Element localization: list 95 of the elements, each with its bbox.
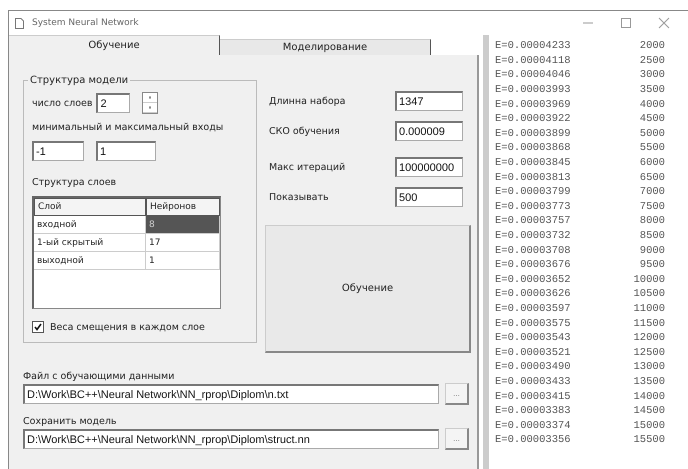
error-value: E=0.00004233 <box>495 40 571 52</box>
tab[interactable]: Обучение <box>9 35 220 55</box>
error-value: E=0.00003922 <box>495 113 571 126</box>
error-value: E=0.00003652 <box>495 274 571 286</box>
column-header: Слой <box>34 198 146 216</box>
table-title: Структура слоев <box>32 177 118 188</box>
error-value: E=0.00003374 <box>495 420 571 432</box>
iteration-count: 15500 <box>633 434 665 446</box>
train-button[interactable]: Обучение <box>265 225 471 353</box>
error-value: E=0.00003490 <box>495 361 571 374</box>
input-field[interactable]: 0.000009 <box>395 121 463 141</box>
input-field[interactable]: 500 <box>395 187 463 207</box>
iteration-count: 12500 <box>633 346 665 359</box>
field-label: Файл с обучающими данными <box>23 371 176 382</box>
iteration-count: 13000 <box>633 361 665 374</box>
iteration-count: 7500 <box>640 200 665 213</box>
error-value: E=0.00003708 <box>495 244 571 257</box>
iteration-count: 4000 <box>640 98 665 111</box>
field-label: Длинна набора <box>269 96 346 106</box>
iteration-count: 10500 <box>633 288 665 300</box>
error-value: E=0.00003356 <box>495 434 571 446</box>
iteration-count: 9500 <box>640 259 665 272</box>
field-label: число слоев <box>32 98 92 108</box>
error-value: E=0.00003732 <box>495 230 571 242</box>
maximize-icon[interactable] <box>620 17 632 29</box>
error-value: E=0.00003799 <box>495 186 571 198</box>
input-field[interactable]: 1347 <box>395 91 463 111</box>
document-icon <box>15 18 24 28</box>
table-cell[interactable]: 8 <box>146 216 220 234</box>
error-value: E=0.00003757 <box>495 215 571 228</box>
iteration-count: 14500 <box>633 405 665 418</box>
error-value: E=0.00003993 <box>495 84 571 96</box>
tab[interactable]: Моделирование <box>220 39 431 55</box>
iteration-count: 8000 <box>640 215 665 228</box>
close-icon[interactable] <box>658 17 670 29</box>
iteration-count: 11500 <box>633 318 665 330</box>
table-cell[interactable]: 17 <box>146 234 220 252</box>
browse-button[interactable]: ... <box>445 383 469 405</box>
error-value: E=0.00003433 <box>495 376 571 388</box>
error-value: E=0.00003597 <box>495 302 571 315</box>
error-value: E=0.00003543 <box>495 332 571 344</box>
field-label: Макс итераций <box>269 162 346 172</box>
error-value: E=0.00004118 <box>495 54 571 67</box>
error-value: E=0.00003626 <box>495 288 571 300</box>
iteration-count: 12000 <box>633 332 665 344</box>
group-title: Структура модели <box>29 75 130 86</box>
field-label: СКО обучения <box>269 126 340 136</box>
iteration-count: 2500 <box>640 54 665 67</box>
iteration-count: 13500 <box>633 376 665 388</box>
iteration-count: 6500 <box>640 172 665 184</box>
table-cell: 1-ый скрытый <box>34 234 146 252</box>
iteration-count: 5500 <box>640 142 665 154</box>
error-value: E=0.00003813 <box>495 172 571 184</box>
iteration-count: 9000 <box>640 244 665 257</box>
iteration-count: 11000 <box>633 302 665 315</box>
table-cell: входной <box>34 216 146 234</box>
input-field[interactable]: 100000000 <box>395 157 463 177</box>
table-cell: выходной <box>34 252 146 270</box>
path-field[interactable]: D:\Work\BC++\Neural Network\NN_rprop\Diplom\struct.nn <box>23 429 439 449</box>
min-input-field[interactable]: -1 <box>32 141 84 161</box>
iteration-count: 15000 <box>633 420 665 432</box>
error-value: E=0.00003899 <box>495 128 571 140</box>
iteration-count: 3500 <box>640 84 665 96</box>
iteration-count: 3000 <box>640 69 665 82</box>
layers-field[interactable]: 2 <box>96 93 130 113</box>
field-label: минимальный и максимальный входы <box>32 122 224 133</box>
column-header: Нейронов <box>146 198 220 216</box>
iteration-count: 5000 <box>640 128 665 140</box>
error-value: E=0.00004046 <box>495 69 571 82</box>
error-value: E=0.00003969 <box>495 98 571 111</box>
error-value: E=0.00003521 <box>495 346 571 359</box>
field-label: Сохранить модель <box>23 416 118 427</box>
browse-button[interactable]: ... <box>445 428 469 450</box>
error-value: E=0.00003676 <box>495 259 571 272</box>
error-value: E=0.00003383 <box>495 405 571 418</box>
iteration-count: 8500 <box>640 230 665 242</box>
iteration-count: 10000 <box>633 274 665 286</box>
error-value: E=0.00003773 <box>495 200 571 213</box>
max-input-field[interactable]: 1 <box>96 141 156 161</box>
iteration-count: 14000 <box>633 390 665 403</box>
table-cell[interactable]: 1 <box>146 252 220 270</box>
spinner[interactable] <box>142 92 158 114</box>
error-value: E=0.00003415 <box>495 390 571 403</box>
error-value: E=0.00003845 <box>495 157 571 170</box>
error-value: E=0.00003575 <box>495 318 571 330</box>
window-title: System Neural Network <box>32 18 140 28</box>
error-value: E=0.00003868 <box>495 142 571 154</box>
iteration-count: 6000 <box>640 157 665 170</box>
checkbox-label: Веса смещения в каждом слое <box>50 322 205 332</box>
iteration-count: 7000 <box>640 186 665 198</box>
path-field[interactable]: D:\Work\BC++\Neural Network\NN_rprop\Diplom\n.txt <box>23 384 439 404</box>
iteration-count: 4500 <box>640 113 665 126</box>
iteration-count: 2000 <box>640 40 665 52</box>
checkbox[interactable] <box>32 321 44 333</box>
field-label: Показывать <box>269 192 329 202</box>
